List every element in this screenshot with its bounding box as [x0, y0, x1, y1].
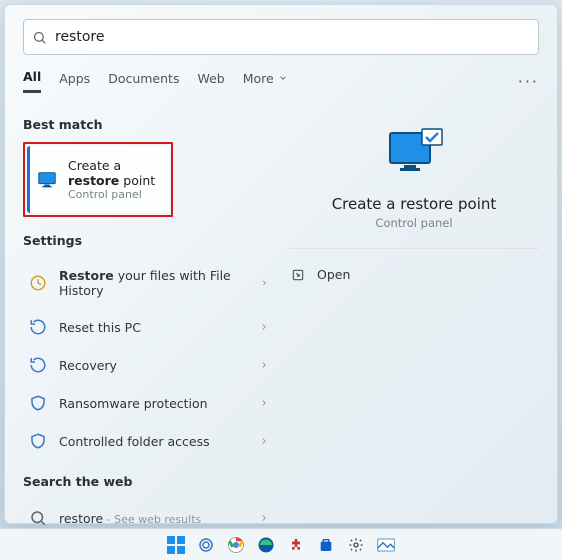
- settings-item-recovery[interactable]: Recovery: [23, 346, 275, 384]
- chevron-down-icon: [278, 73, 288, 83]
- settings-item-label: Recovery: [59, 358, 117, 373]
- annotation-highlight: Create a restore point Control panel: [23, 142, 173, 217]
- recovery-icon: [29, 356, 47, 374]
- settings-item-label: Controlled folder access: [59, 434, 210, 449]
- taskbar-puzzle-icon[interactable]: [285, 534, 307, 556]
- results-column: Best match Create a restore point Contro…: [23, 111, 275, 511]
- shield-icon: [29, 432, 47, 450]
- settings-item-label: Reset this PC: [59, 320, 141, 335]
- chevron-right-icon: [259, 513, 269, 523]
- detail-icon: [289, 127, 539, 181]
- settings-item-ransomware[interactable]: Ransomware protection: [23, 384, 275, 422]
- taskbar-photos-icon[interactable]: [375, 534, 397, 556]
- settings-item-reset-pc[interactable]: Reset this PC: [23, 308, 275, 346]
- more-options-button[interactable]: ···: [518, 72, 539, 91]
- taskbar-edge-icon[interactable]: [255, 534, 277, 556]
- detail-subtitle: Control panel: [289, 216, 539, 230]
- search-box[interactable]: [23, 19, 539, 55]
- best-match-subtitle: Control panel: [68, 188, 159, 201]
- settings-item-label: Restore your files with File History: [59, 268, 248, 298]
- chevron-right-icon: [259, 436, 269, 446]
- search-icon: [29, 509, 47, 527]
- start-search-panel: All Apps Documents Web More ··· Best mat…: [4, 4, 558, 524]
- chevron-right-icon: [260, 278, 269, 288]
- history-icon: [29, 274, 47, 292]
- open-label: Open: [317, 267, 350, 282]
- section-best-match: Best match: [23, 117, 275, 132]
- taskbar-gear-icon[interactable]: [345, 534, 367, 556]
- monitor-icon: [36, 169, 58, 191]
- detail-pane: Create a restore point Control panel Ope…: [289, 111, 539, 511]
- taskbar-icon[interactable]: [195, 534, 217, 556]
- detail-title: Create a restore point: [289, 195, 539, 213]
- taskbar-start-button[interactable]: [165, 534, 187, 556]
- settings-item-file-history[interactable]: Restore your files with File History: [23, 258, 275, 308]
- tab-more-label: More: [243, 71, 274, 86]
- settings-item-folder-access[interactable]: Controlled folder access: [23, 422, 275, 460]
- best-match-title: Create a restore point: [68, 158, 159, 188]
- web-result-label: restore - See web results: [59, 511, 201, 526]
- taskbar: [0, 528, 562, 560]
- taskbar-chrome-icon[interactable]: [225, 534, 247, 556]
- tab-web[interactable]: Web: [197, 71, 224, 92]
- best-match-item[interactable]: Create a restore point Control panel: [27, 146, 169, 213]
- tab-all[interactable]: All: [23, 69, 41, 93]
- reset-icon: [29, 318, 47, 336]
- section-settings: Settings: [23, 233, 275, 248]
- tab-more[interactable]: More: [243, 71, 288, 92]
- chevron-right-icon: [259, 398, 269, 408]
- search-icon: [32, 30, 47, 45]
- chevron-right-icon: [259, 322, 269, 332]
- divider: [289, 248, 539, 249]
- open-action[interactable]: Open: [289, 263, 539, 286]
- chevron-right-icon: [259, 360, 269, 370]
- taskbar-store-icon[interactable]: [315, 534, 337, 556]
- tab-documents[interactable]: Documents: [108, 71, 179, 92]
- section-web: Search the web: [23, 474, 275, 489]
- settings-item-label: Ransomware protection: [59, 396, 208, 411]
- filter-tabs: All Apps Documents Web More ···: [23, 69, 539, 93]
- shield-icon: [29, 394, 47, 412]
- search-input[interactable]: [47, 29, 530, 45]
- open-icon: [291, 268, 305, 282]
- tab-apps[interactable]: Apps: [59, 71, 90, 92]
